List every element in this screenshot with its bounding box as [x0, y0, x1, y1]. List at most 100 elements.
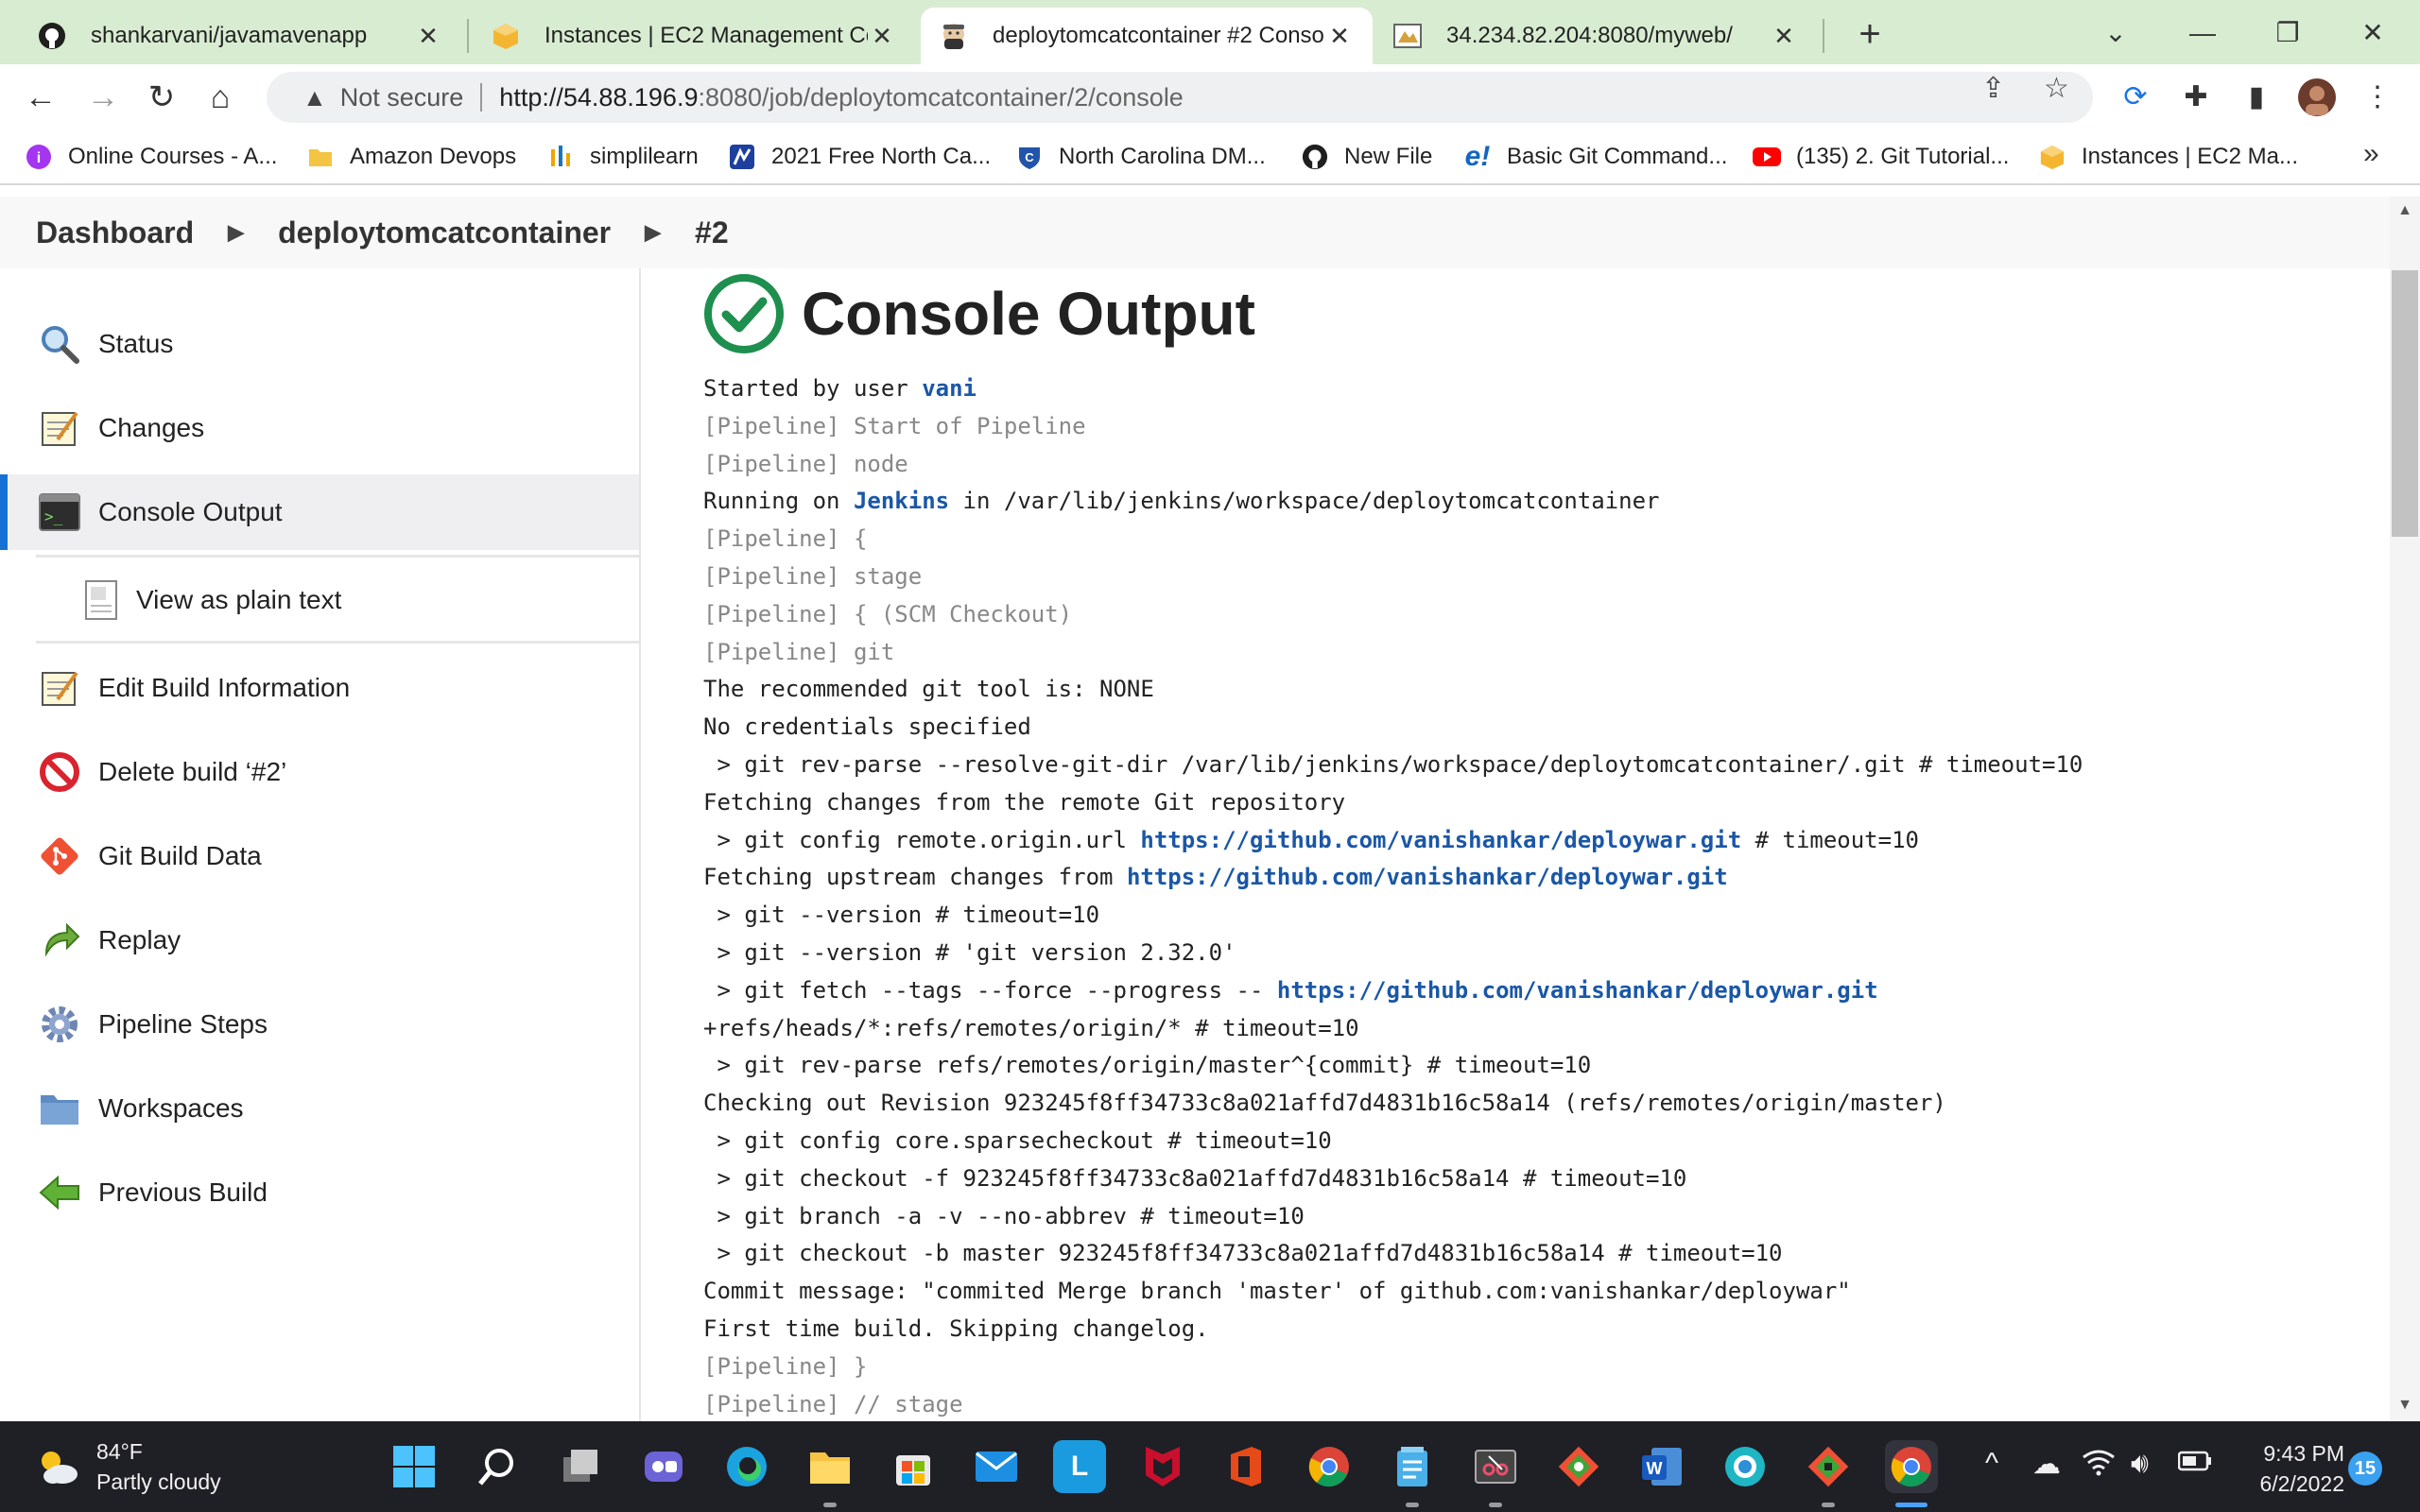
search-icon[interactable] [471, 1440, 524, 1493]
tab-search-icon[interactable]: ⌄ [2087, 9, 2144, 57]
url-host[interactable]: http://54.88.196.9 [499, 83, 698, 112]
warning-triangle-icon[interactable]: ▲ [302, 83, 327, 112]
scroll-down-arrow-icon[interactable]: ▼ [2390, 1391, 2420, 1419]
side-panel-icon[interactable]: ▮ [2237, 77, 2276, 117]
system-clock[interactable]: 9:43 PM 6/2/2022 [2231, 1438, 2344, 1499]
sidebar-item-delete-build[interactable]: Delete build ‘#2’ [0, 734, 639, 810]
sidebar-item-workspaces[interactable]: Workspaces [0, 1071, 639, 1146]
wifi-icon[interactable] [2082, 1448, 2116, 1484]
office-icon[interactable] [1219, 1440, 1272, 1493]
close-window-button[interactable]: ✕ [2344, 9, 2401, 57]
windows-start-icon[interactable] [388, 1440, 441, 1493]
sidebar-item-label: Pipeline Steps [98, 1009, 268, 1039]
minimize-button[interactable]: — [2174, 9, 2231, 57]
tab-label: shankarvani/javamavenapp [91, 23, 368, 48]
redo-arrow-icon [38, 919, 81, 962]
console-link[interactable]: https://github.com/vanishankar/deploywar… [1127, 864, 1728, 890]
scrollbar-thumb[interactable] [2392, 270, 2418, 537]
git-bash-icon[interactable] [1802, 1440, 1855, 1493]
console-link[interactable]: https://github.com/vanishankar/deploywar… [1277, 977, 1878, 1004]
breadcrumb-dashboard[interactable]: Dashboard [36, 215, 194, 250]
sidebar-item-pipeline-steps[interactable]: Pipeline Steps [0, 987, 639, 1062]
console-line: [Pipeline] stage [703, 558, 2083, 596]
bookmark-item[interactable]: New File [1301, 140, 1432, 174]
bookmark-item[interactable]: simplilearn [546, 140, 699, 174]
console-link[interactable]: https://github.com/vanishankar/deploywar… [1140, 827, 1741, 853]
sidebar-item-replay[interactable]: Replay [0, 902, 639, 978]
chevron-right-icon[interactable]: ▶ [228, 220, 244, 245]
chevron-right-icon[interactable]: ▶ [645, 220, 661, 245]
sidebar-item-console-output[interactable]: >_ Console Output [0, 474, 639, 550]
breadcrumb-job[interactable]: deploytomcatcontainer [278, 215, 611, 250]
edge-icon[interactable] [720, 1440, 773, 1493]
task-view-icon[interactable] [554, 1440, 607, 1493]
bookmark-item[interactable]: Amazon Devops [306, 140, 516, 174]
mcafee-icon[interactable] [1136, 1440, 1189, 1493]
chrome-active-icon[interactable] [1885, 1440, 1938, 1493]
word-icon[interactable]: W [1635, 1440, 1688, 1493]
lumin-app-icon[interactable]: L [1053, 1440, 1106, 1493]
microsoft-store-icon[interactable] [887, 1440, 940, 1493]
chevron-up-icon[interactable]: ^ [1985, 1448, 1998, 1480]
console-line: > git --version # 'git version 2.32.0' [703, 935, 2083, 972]
url-path[interactable]: :8080/job/deploytomcatcontainer/2/consol… [698, 83, 1183, 112]
onedrive-cloud-icon[interactable]: ☁ [2032, 1448, 2061, 1481]
chevron-double-right-icon[interactable]: » [2363, 138, 2379, 170]
sidebar-item-status[interactable]: Status [0, 306, 639, 382]
close-icon[interactable]: ✕ [414, 22, 442, 51]
tab-github[interactable]: shankarvani/javamavenapp ✕ [19, 8, 461, 64]
bookmark-item[interactable]: i Online Courses - A... [25, 140, 277, 174]
close-icon[interactable]: ✕ [1325, 22, 1354, 51]
chrome-menu-icon[interactable]: ⋮ [2358, 77, 2397, 117]
close-icon[interactable]: ✕ [1770, 22, 1798, 51]
restore-button[interactable]: ❐ [2259, 9, 2316, 57]
sidebar-item-edit-build-information[interactable]: Edit Build Information [0, 650, 639, 726]
notification-badge[interactable]: 15 [2348, 1452, 2382, 1486]
tab-tomcat[interactable]: 34.234.82.204:8080/myweb/ ✕ [1374, 8, 1817, 64]
new-tab-button[interactable]: + [1849, 13, 1891, 55]
weather-widget[interactable]: 84°F Partly cloudy [36, 1436, 221, 1497]
share-icon[interactable]: ⇪ [1981, 72, 2005, 105]
tab-jenkins-console[interactable]: deploytomcatcontainer #2 Console ✕ [921, 8, 1373, 64]
console-text: > git rev-parse --resolve-git-dir /var/l… [703, 750, 2083, 778]
breadcrumb-build[interactable]: #2 [695, 215, 729, 250]
console-link[interactable]: vani [922, 375, 977, 402]
console-text: > git rev-parse refs/remotes/origin/mast… [703, 1052, 1592, 1079]
chrome-icon[interactable] [1303, 1440, 1356, 1493]
sidebar-item-previous-build[interactable]: Previous Build [0, 1155, 639, 1230]
snipping-tool-icon[interactable] [1469, 1440, 1522, 1493]
sidebar-item-git-build-data[interactable]: Git Build Data [0, 818, 639, 894]
tab-separator [1823, 19, 1824, 53]
volume-icon[interactable]: 🔊︎ [2131, 1448, 2149, 1480]
cortana-app-icon[interactable] [1719, 1440, 1772, 1493]
bookmark-item[interactable]: 2021 Free North Ca... [728, 140, 991, 174]
extension-icon[interactable]: ⟳ [2116, 77, 2155, 117]
mail-icon[interactable] [970, 1440, 1023, 1493]
file-explorer-icon[interactable] [804, 1440, 856, 1493]
sidebar-item-changes[interactable]: Changes [0, 390, 639, 466]
battery-icon[interactable] [2177, 1448, 2212, 1480]
scroll-up-arrow-icon[interactable]: ▲ [2390, 197, 2420, 225]
git-gui-icon[interactable] [1552, 1440, 1605, 1493]
console-link[interactable]: Jenkins [854, 488, 949, 514]
bookmark-item[interactable]: (135) 2. Git Tutorial... [1753, 140, 2009, 174]
security-label[interactable]: Not secure [340, 83, 464, 112]
close-icon[interactable]: ✕ [868, 22, 896, 51]
youtube-icon [1753, 143, 1781, 171]
console-text: [Pipeline] // stage [703, 1390, 963, 1418]
profile-avatar[interactable] [2297, 77, 2337, 117]
forward-button[interactable]: → [81, 76, 125, 119]
bookmark-star-icon[interactable]: ☆ [2044, 72, 2069, 105]
sidebar-item-view-plain-text[interactable]: View as plain text [0, 562, 639, 638]
back-button[interactable]: ← [19, 76, 62, 119]
home-button[interactable]: ⌂ [199, 76, 242, 119]
bookmark-item[interactable]: C North Carolina DM... [1015, 140, 1266, 174]
reload-button[interactable]: ↻ [140, 76, 183, 119]
teams-chat-icon[interactable] [637, 1440, 690, 1493]
bookmark-item[interactable]: e! Basic Git Command... [1463, 140, 1728, 174]
bookmark-item[interactable]: Instances | EC2 Ma... [2038, 140, 2298, 174]
address-bar[interactable]: ▲ Not secure http://54.88.196.9:8080/job… [267, 72, 2093, 123]
tab-ec2[interactable]: Instances | EC2 Management Console ✕ [473, 8, 915, 64]
extensions-puzzle-icon[interactable]: ✚ [2176, 77, 2216, 117]
notepad-icon[interactable] [1386, 1440, 1439, 1493]
